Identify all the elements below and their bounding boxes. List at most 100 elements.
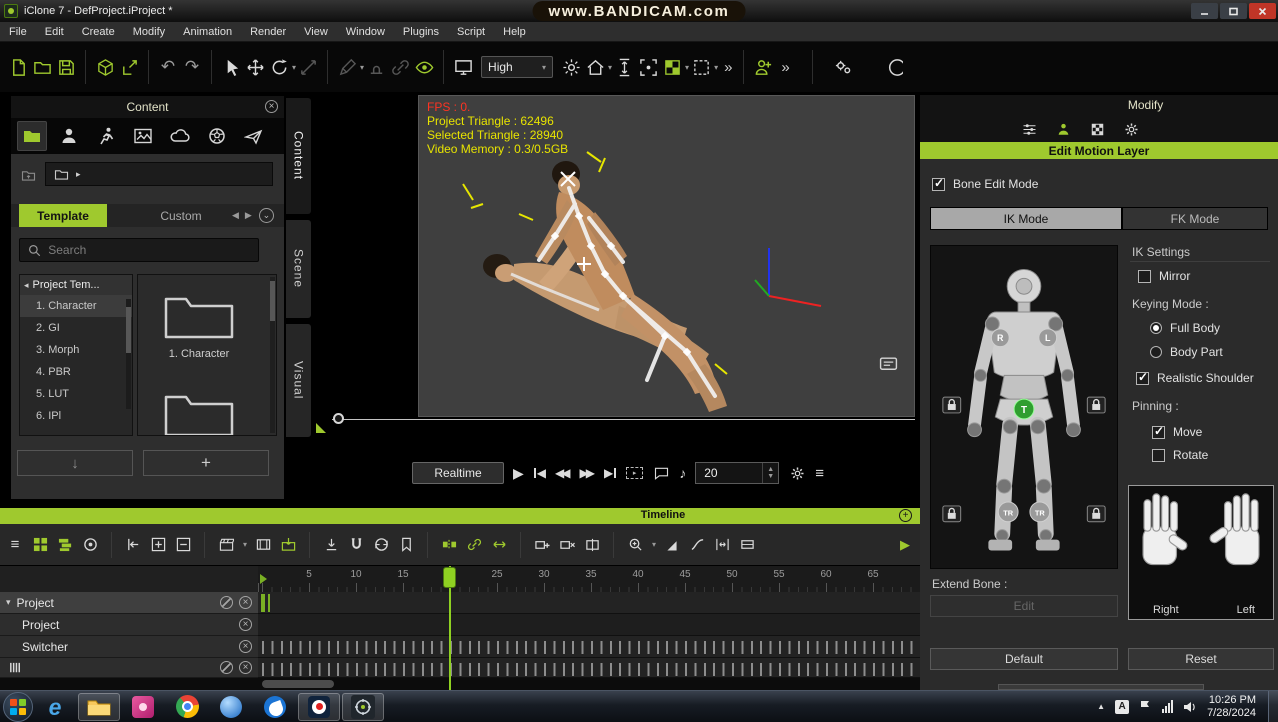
bone-edit-checkbox[interactable]	[932, 178, 945, 191]
undo-icon[interactable]: ↶	[156, 55, 180, 79]
redo-icon[interactable]: ↷	[180, 55, 204, 79]
taskbar-explorer-icon[interactable]	[78, 693, 120, 721]
track-content[interactable]	[258, 614, 920, 636]
tree-root-arrow-icon[interactable]: ◂	[24, 280, 29, 291]
minimize-button[interactable]	[1191, 3, 1218, 19]
loop-section-icon[interactable]	[372, 536, 390, 554]
fk-mode-tab[interactable]: FK Mode	[1122, 207, 1268, 230]
tree-item-morph[interactable]: 3. Morph	[20, 339, 132, 361]
quality-dropdown[interactable]: High ▾	[481, 56, 553, 78]
move-tool-icon[interactable]	[243, 55, 267, 79]
stamp-tool-icon[interactable]	[364, 55, 388, 79]
track-close-icon[interactable]: ×	[239, 618, 252, 631]
track-content[interactable]	[258, 592, 920, 614]
new-project-icon[interactable]	[6, 55, 30, 79]
folder-up-icon[interactable]	[19, 166, 37, 184]
link-clip-icon[interactable]	[465, 536, 483, 554]
menu-edit[interactable]: Edit	[36, 26, 73, 38]
speed-curve-icon[interactable]	[688, 536, 706, 554]
realistic-shoulder-checkbox[interactable]	[1136, 372, 1149, 385]
track-header-switcher[interactable]: Switcher ×	[0, 636, 258, 658]
timeline-add-icon[interactable]: +	[899, 509, 912, 522]
move-row[interactable]: Move	[1152, 425, 1202, 439]
add-actor-icon[interactable]	[751, 55, 775, 79]
content-close-icon[interactable]: ×	[265, 100, 278, 113]
pack-project-icon[interactable]	[93, 55, 117, 79]
thumbnail-scrollbar[interactable]	[270, 277, 275, 433]
track-list-icon[interactable]: ≡	[6, 536, 24, 554]
animation-content-icon[interactable]	[91, 121, 121, 151]
search-box[interactable]	[19, 238, 259, 262]
panel-resize-handle[interactable]	[316, 423, 326, 433]
mirror-checkbox[interactable]	[1138, 270, 1151, 283]
foot-marker-right[interactable]: TR	[998, 502, 1018, 522]
menu-view[interactable]: View	[295, 26, 337, 38]
search-input[interactable]	[48, 243, 252, 257]
body-part-row[interactable]: Body Part	[1150, 345, 1223, 359]
tree-item-character[interactable]: 1. Character	[20, 295, 132, 317]
maximize-button[interactable]	[1220, 3, 1247, 19]
material-picker-icon[interactable]	[660, 55, 684, 79]
taskbar-iclone-icon[interactable]	[342, 693, 384, 721]
track-header-project-group[interactable]: ▾ Project ×	[0, 592, 258, 614]
scrollbar-thumb[interactable]	[262, 680, 334, 688]
side-tab-content[interactable]: Content	[286, 97, 312, 215]
next-frame-button[interactable]: ▶▶	[579, 466, 591, 480]
show-desktop-button[interactable]	[1268, 691, 1278, 722]
dope-sheet-icon[interactable]	[81, 536, 99, 554]
link-tool-icon[interactable]	[388, 55, 412, 79]
jump-start-icon[interactable]	[124, 536, 142, 554]
props-content-icon[interactable]	[202, 121, 232, 151]
add-clip-icon[interactable]	[533, 536, 551, 554]
tree-scrollbar[interactable]	[126, 299, 131, 409]
magnet-icon[interactable]	[347, 536, 365, 554]
tab-collapse-icon[interactable]: ⌄	[259, 208, 274, 223]
lock-icon[interactable]	[943, 506, 961, 522]
rotate-tool-icon[interactable]	[267, 55, 291, 79]
fit-range-icon[interactable]	[738, 536, 756, 554]
tree-root[interactable]: ◂ Project Tem...	[20, 275, 132, 295]
track-mute-icon[interactable]	[220, 661, 233, 674]
film-strip-icon[interactable]	[254, 536, 272, 554]
focus-object-icon[interactable]	[636, 55, 660, 79]
toolbar-overflow-chevron[interactable]: »	[724, 59, 730, 76]
lock-icon[interactable]	[1087, 506, 1105, 522]
track-content[interactable]	[258, 658, 920, 678]
clapper-caret[interactable]: ▾	[243, 540, 247, 549]
track-close-icon[interactable]: ×	[239, 661, 252, 674]
prev-frame-button[interactable]: ◀◀	[555, 466, 567, 480]
hidden-icons-arrow[interactable]: ▲	[1097, 702, 1105, 711]
tree-item-pbr[interactable]: 4. PBR	[20, 361, 132, 383]
marker-icon[interactable]	[397, 536, 415, 554]
go-to-end-button[interactable]: ▶	[604, 466, 617, 480]
visibility-eye-icon[interactable]	[412, 55, 436, 79]
frame-spinner[interactable]: ▲▼	[762, 463, 778, 483]
close-button[interactable]	[1249, 3, 1276, 19]
gizmo-dropdown-caret[interactable]: ▾	[714, 63, 718, 72]
tab-template[interactable]: Template	[19, 204, 107, 227]
menu-window[interactable]: Window	[337, 26, 394, 38]
breadcrumb[interactable]: ▸	[45, 162, 273, 186]
open-project-icon[interactable]	[30, 55, 54, 79]
thumbnail-item[interactable]: 1. Character	[156, 289, 242, 360]
zoom-timeline-icon[interactable]	[626, 536, 644, 554]
scene-note-icon[interactable]	[876, 352, 900, 376]
clapper-icon[interactable]	[217, 536, 235, 554]
playhead-handle[interactable]	[443, 567, 456, 588]
tree-item-ipl[interactable]: 6. IPl	[20, 405, 132, 427]
menu-modify[interactable]: Modify	[124, 26, 174, 38]
taskbar-clock[interactable]: 10:26 PM 7/28/2024	[1207, 694, 1256, 720]
hand-gesture-picker[interactable]: Right Left	[1128, 485, 1274, 620]
side-tab-visual[interactable]: Visual	[286, 323, 312, 438]
playback-settings-gear-icon[interactable]	[788, 464, 806, 482]
tree-item-lut[interactable]: 5. LUT	[20, 383, 132, 405]
thumbnail-item-partial[interactable]	[156, 387, 242, 436]
ime-indicator[interactable]: A	[1115, 700, 1129, 714]
add-track-icon[interactable]	[149, 536, 167, 554]
track-layers-icon[interactable]	[56, 536, 74, 554]
content-panel-header[interactable]: Content ×	[11, 96, 284, 118]
scale-tool-icon[interactable]	[296, 55, 320, 79]
remove-track-icon[interactable]	[174, 536, 192, 554]
zoom-caret[interactable]: ▾	[652, 540, 656, 549]
rotate-row[interactable]: Rotate	[1152, 448, 1208, 462]
